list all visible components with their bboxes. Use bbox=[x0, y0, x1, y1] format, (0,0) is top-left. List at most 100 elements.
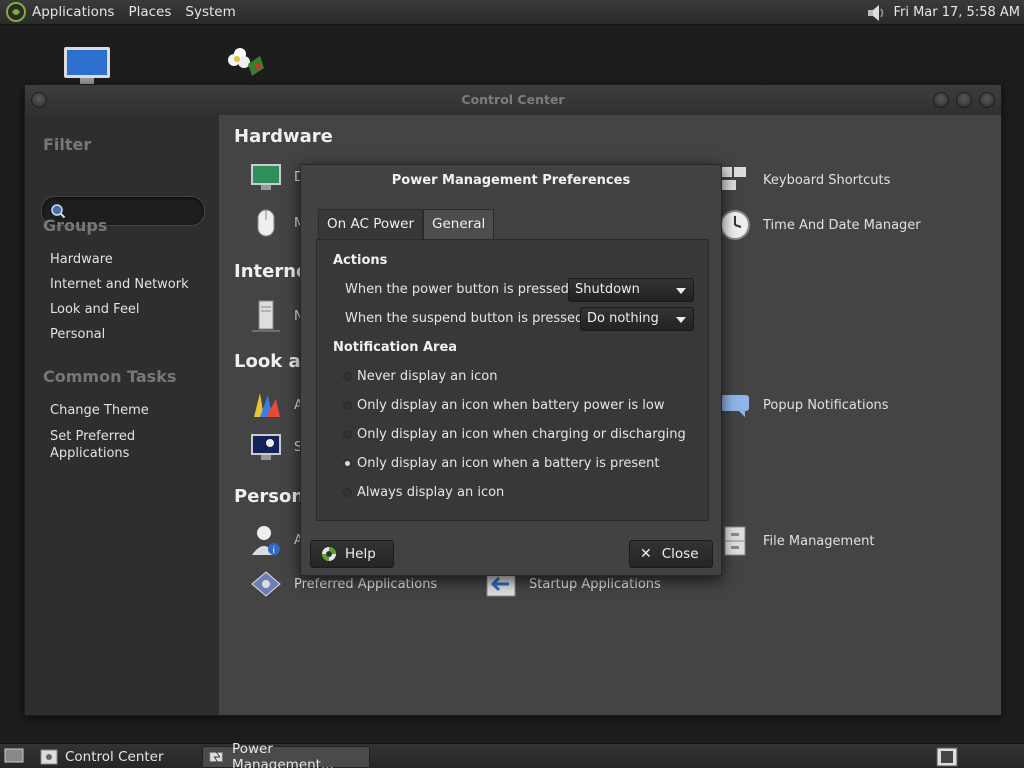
maximize-button[interactable] bbox=[956, 92, 972, 108]
radio-button[interactable] bbox=[343, 430, 352, 439]
suspend-button-value: Do nothing bbox=[587, 311, 659, 326]
taskbar-label: Control Center bbox=[65, 749, 164, 765]
home-flower-desktop-icon[interactable] bbox=[220, 44, 272, 84]
minimize-button[interactable] bbox=[933, 92, 949, 108]
power-app-icon bbox=[209, 751, 223, 763]
item-time-date[interactable]: Time And Date Manager bbox=[719, 209, 921, 241]
radio-battery-present[interactable]: Only display an icon when a battery is p… bbox=[343, 456, 659, 471]
radio-label: Always display an icon bbox=[357, 485, 505, 500]
radio-always[interactable]: Always display an icon bbox=[343, 485, 504, 500]
tray: Fri Mar 17, 5:58 AM bbox=[865, 0, 1020, 25]
radio-button[interactable] bbox=[343, 488, 352, 497]
item-keyboard-shortcuts[interactable]: Keyboard Shortcuts bbox=[719, 165, 890, 195]
radio-label: Only display an icon when a battery is p… bbox=[357, 456, 660, 471]
workspace-switcher-icon[interactable] bbox=[936, 747, 958, 767]
svg-text:i: i bbox=[273, 546, 276, 556]
group-hardware[interactable]: Hardware bbox=[50, 252, 113, 267]
item-popup-notifications[interactable]: Popup Notifications bbox=[719, 391, 889, 419]
item-popup-notifications-label: Popup Notifications bbox=[763, 397, 889, 413]
item-file-management[interactable]: File Management bbox=[719, 525, 875, 557]
radio-label: Never display an icon bbox=[357, 369, 498, 384]
item-network[interactable]: N bbox=[250, 299, 304, 333]
help-label: Help bbox=[345, 546, 376, 562]
power-button-combo[interactable]: Shutdown bbox=[568, 278, 694, 302]
system-menu[interactable]: System bbox=[185, 4, 235, 20]
clock-icon bbox=[720, 210, 750, 240]
task-set-preferred-applications[interactable]: Set Preferred Applications bbox=[50, 428, 135, 462]
user-info-icon: i bbox=[252, 526, 280, 556]
radio-label: Only display an icon when battery power … bbox=[357, 398, 665, 413]
radio-button[interactable] bbox=[343, 401, 352, 410]
cc-titlebar[interactable]: Control Center bbox=[25, 85, 1001, 115]
tab-general[interactable]: General bbox=[423, 209, 495, 239]
appearance-icon bbox=[254, 393, 280, 417]
places-menu[interactable]: Places bbox=[128, 4, 171, 20]
section-hardware: Hardware bbox=[234, 126, 333, 147]
item-about-me[interactable]: i A bbox=[250, 523, 303, 557]
item-mouse[interactable]: M bbox=[250, 207, 305, 239]
power-management-dialog: Power Management Preferences On AC Power… bbox=[300, 164, 722, 576]
bottom-panel: Control Center Power Management... bbox=[0, 741, 1024, 768]
item-keyboard-shortcuts-label: Keyboard Shortcuts bbox=[763, 172, 891, 188]
groups-heading: Groups bbox=[43, 216, 108, 235]
item-time-date-label: Time And Date Manager bbox=[763, 217, 921, 233]
chevron-down-icon bbox=[676, 288, 686, 294]
radio-label: Only display an icon when charging or di… bbox=[357, 427, 686, 442]
close-window-button[interactable] bbox=[979, 92, 995, 108]
item-appearance[interactable]: A bbox=[250, 389, 303, 421]
close-button[interactable]: ✕ Close bbox=[629, 540, 713, 568]
group-internet-network[interactable]: Internet and Network bbox=[50, 277, 189, 292]
control-center-app-icon bbox=[40, 749, 58, 765]
taskbar-label: Power Management... bbox=[232, 741, 334, 768]
volume-icon[interactable] bbox=[865, 3, 887, 23]
close-label: Close bbox=[661, 546, 699, 562]
group-personal[interactable]: Personal bbox=[50, 327, 105, 342]
item-display[interactable]: D bbox=[250, 163, 304, 191]
notification-area-heading: Notification Area bbox=[333, 340, 458, 355]
close-icon: ✕ bbox=[640, 546, 652, 562]
screensaver-icon bbox=[251, 434, 281, 460]
task-change-theme[interactable]: Change Theme bbox=[50, 403, 149, 418]
radio-battery-low[interactable]: Only display an icon when battery power … bbox=[343, 398, 664, 413]
common-tasks-heading: Common Tasks bbox=[43, 367, 177, 386]
taskbar-power-management[interactable]: Power Management... bbox=[202, 741, 370, 768]
keyboard-shortcuts-icon bbox=[720, 167, 746, 190]
help-lifebuoy-icon bbox=[322, 547, 336, 561]
radio-charging[interactable]: Only display an icon when charging or di… bbox=[343, 427, 686, 442]
window-menu-button[interactable] bbox=[31, 92, 47, 108]
tab-bar: On AC Power General bbox=[318, 209, 495, 239]
item-screensaver[interactable]: S bbox=[250, 433, 302, 461]
mouse-icon bbox=[257, 209, 275, 237]
radio-never[interactable]: Never display an icon bbox=[343, 369, 497, 384]
general-tab-panel: Actions When the power button is pressed… bbox=[316, 239, 709, 521]
group-look-feel[interactable]: Look and Feel bbox=[50, 302, 140, 317]
radio-button[interactable] bbox=[343, 372, 352, 381]
tab-on-ac-power[interactable]: On AC Power bbox=[318, 209, 424, 239]
cc-sidebar: Filter Groups Hardware Internet and Netw… bbox=[25, 115, 219, 715]
help-button[interactable]: Help bbox=[310, 540, 394, 568]
network-server-icon bbox=[252, 300, 280, 332]
actions-heading: Actions bbox=[333, 253, 388, 268]
filter-heading: Filter bbox=[43, 135, 92, 154]
computer-desktop-icon[interactable] bbox=[62, 46, 114, 84]
show-desktop-icon[interactable] bbox=[4, 747, 24, 765]
display-icon bbox=[251, 164, 281, 190]
applications-menu[interactable]: Applications bbox=[32, 4, 114, 20]
chevron-down-icon bbox=[676, 317, 686, 323]
suspend-button-label: When the suspend button is pressed: bbox=[345, 311, 588, 326]
clock[interactable]: Fri Mar 17, 5:58 AM bbox=[893, 5, 1020, 20]
power-button-label: When the power button is pressed: bbox=[345, 282, 574, 297]
cc-window-title: Control Center bbox=[461, 92, 565, 107]
dialog-title[interactable]: Power Management Preferences bbox=[301, 165, 721, 197]
taskbar-control-center[interactable]: Control Center bbox=[34, 746, 194, 768]
file-cabinet-icon bbox=[724, 526, 746, 556]
item-startup-applications-label: Startup Applications bbox=[529, 576, 661, 592]
radio-button-selected[interactable] bbox=[343, 459, 352, 468]
notification-bubble-icon bbox=[721, 395, 749, 417]
item-preferred-applications-label: Preferred Applications bbox=[294, 576, 438, 592]
top-panel: Applications Places System Fri Mar 17, 5… bbox=[0, 0, 1024, 25]
power-button-value: Shutdown bbox=[575, 282, 640, 297]
mate-logo-icon[interactable] bbox=[6, 2, 26, 22]
item-file-management-label: File Management bbox=[763, 533, 875, 549]
suspend-button-combo[interactable]: Do nothing bbox=[580, 307, 694, 331]
